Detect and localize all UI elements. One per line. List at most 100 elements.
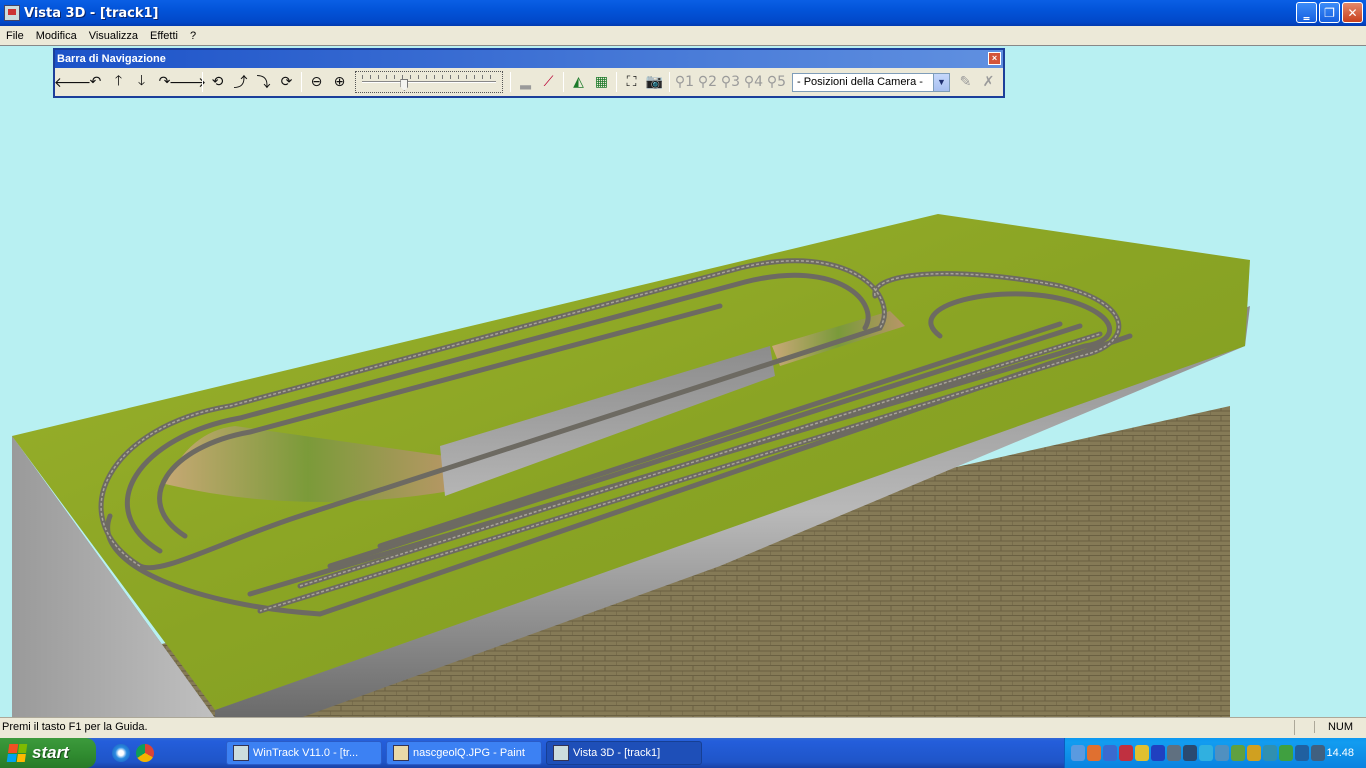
close-button[interactable]: ✕ bbox=[1342, 2, 1363, 23]
camera-3-icon: ⚲3 bbox=[720, 74, 741, 90]
window-titlebar[interactable]: Vista 3D - [track1] ‗ ❐ ✕ bbox=[0, 0, 1366, 26]
track-view-button[interactable]: ⟋ bbox=[537, 71, 560, 93]
orbit-reverse-button[interactable]: ⟳ bbox=[275, 71, 298, 93]
terrain-icon: ◭ bbox=[573, 74, 584, 90]
camera-1-icon: ⚲1 bbox=[674, 74, 695, 90]
zoom-out-button[interactable]: ⊖ bbox=[305, 71, 328, 93]
tray-shield-icon[interactable] bbox=[1134, 745, 1149, 761]
camera-positions-select[interactable]: - Posizioni della Camera - ▼ bbox=[792, 72, 950, 92]
camera-5-button[interactable]: ⚲5 bbox=[765, 71, 788, 93]
zoom-slider[interactable] bbox=[355, 71, 503, 93]
zoom-slider-ticks bbox=[362, 75, 496, 79]
taskbar-item-wintrack[interactable]: WinTrack V11.0 - [tr... bbox=[226, 741, 382, 765]
camera-button[interactable]: 📷 bbox=[643, 71, 666, 93]
terrain-button[interactable]: ◭ bbox=[567, 71, 590, 93]
toolbar-separator bbox=[616, 72, 617, 92]
zoom-slider-track bbox=[362, 81, 496, 83]
menu-effetti[interactable]: Effetti bbox=[144, 30, 184, 42]
window-controls: ‗ ❐ ✕ bbox=[1296, 2, 1363, 23]
3d-viewport[interactable] bbox=[0, 45, 1366, 717]
camera-1-button[interactable]: ⚲1 bbox=[673, 71, 696, 93]
toolbar-separator bbox=[301, 72, 302, 92]
tray-safe-remove-icon[interactable] bbox=[1230, 745, 1245, 761]
tray-wireless-icon[interactable] bbox=[1310, 745, 1325, 761]
move-up-button[interactable]: 🡑 bbox=[107, 71, 130, 93]
move-down-button[interactable]: 🡓 bbox=[130, 71, 153, 93]
chevron-down-icon[interactable]: ▼ bbox=[933, 73, 949, 91]
navigation-toolbar-close-button[interactable]: × bbox=[988, 52, 1001, 65]
tray-display-icon[interactable] bbox=[1166, 745, 1181, 761]
camera-4-button[interactable]: ⚲4 bbox=[742, 71, 765, 93]
restore-button[interactable]: ❐ bbox=[1319, 2, 1340, 23]
tray-volume-icon[interactable] bbox=[1294, 745, 1309, 761]
tray-update-icon[interactable] bbox=[1198, 745, 1213, 761]
menu-bar: File Modifica Visualizza Effetti ? bbox=[0, 26, 1366, 45]
tray-drive-icon[interactable] bbox=[1214, 745, 1229, 761]
tray-bluetooth-icon[interactable] bbox=[1150, 745, 1165, 761]
arrow-right-icon: 🡒 bbox=[168, 74, 207, 91]
menu-file[interactable]: File bbox=[0, 30, 30, 42]
ground-view-button[interactable]: ▂ bbox=[514, 71, 537, 93]
tilt-down-button[interactable]: ⤵ bbox=[252, 71, 275, 93]
internet-explorer-icon[interactable] bbox=[112, 744, 130, 762]
tray-app-icon[interactable] bbox=[1086, 745, 1101, 761]
tray-computer-icon[interactable] bbox=[1182, 745, 1197, 761]
save-camera-button[interactable]: ✎ bbox=[954, 71, 977, 93]
taskbar-item-vista3d[interactable]: Vista 3D - [track1] bbox=[546, 741, 702, 765]
fit-view-button[interactable]: ⛶ bbox=[620, 71, 643, 93]
navigation-tools: 🡐 ↶ 🡑 🡓 ↷ 🡒 ⟲ ⤴ ⤵ ⟳ ⊖ ⊕ ▂ ⟋ ◭ ▦ ⛶ 📷 ⚲1 ⚲… bbox=[54, 68, 1003, 96]
taskbar-item-label: WinTrack V11.0 - [tr... bbox=[253, 747, 359, 759]
navigation-toolbar-title[interactable]: Barra di Navigazione × bbox=[55, 50, 1003, 68]
tray-sync-icon[interactable] bbox=[1262, 745, 1277, 761]
rotate-left-button[interactable]: ↶ bbox=[84, 71, 107, 93]
tray-monitor-icon[interactable] bbox=[1102, 745, 1117, 761]
chrome-icon[interactable] bbox=[136, 744, 154, 762]
delete-camera-button[interactable]: ✗ bbox=[977, 71, 1000, 93]
camera-2-icon: ⚲2 bbox=[697, 74, 718, 90]
taskbar: start WinTrack V11.0 - [tr... nascgeolQ.… bbox=[0, 738, 1366, 768]
toolbar-separator bbox=[563, 72, 564, 92]
tray-network-icon[interactable] bbox=[1071, 745, 1085, 761]
toolbar-separator bbox=[510, 72, 511, 92]
taskbar-item-paint[interactable]: nascgeolQ.JPG - Paint bbox=[386, 741, 542, 765]
menu-visualizza[interactable]: Visualizza bbox=[83, 30, 144, 42]
navigation-toolbar[interactable]: Barra di Navigazione × 🡐 ↶ 🡑 🡓 ↷ 🡒 ⟲ ⤴ ⤵… bbox=[53, 48, 1005, 98]
orbit-icon: ⟲ bbox=[211, 74, 224, 90]
tilt-up-button[interactable]: ⤴ bbox=[229, 71, 252, 93]
tray-security-icon[interactable] bbox=[1118, 745, 1133, 761]
camera-3-button[interactable]: ⚲3 bbox=[719, 71, 742, 93]
arrow-up-icon: 🡑 bbox=[114, 73, 123, 89]
orbit-button[interactable]: ⟲ bbox=[206, 71, 229, 93]
taskbar-item-label: Vista 3D - [track1] bbox=[573, 747, 661, 759]
camera-positions-value: - Posizioni della Camera - bbox=[797, 76, 923, 88]
layout-3d-scene[interactable] bbox=[0, 46, 1366, 717]
tray-chat-icon[interactable] bbox=[1246, 745, 1261, 761]
paint-icon bbox=[393, 745, 409, 761]
camera-icon: 📷 bbox=[645, 74, 664, 90]
move-left-button[interactable]: 🡐 bbox=[54, 71, 92, 93]
camera-5-icon: ⚲5 bbox=[766, 74, 787, 90]
num-lock-indicator: NUM bbox=[1314, 721, 1366, 733]
move-right-button[interactable]: 🡒 bbox=[169, 71, 207, 93]
grid-icon: ▦ bbox=[594, 74, 609, 90]
zoom-in-icon: ⊕ bbox=[333, 74, 346, 90]
windows-logo-icon bbox=[6, 744, 28, 762]
start-button[interactable]: start bbox=[0, 738, 96, 768]
orbit-reverse-icon: ⟳ bbox=[280, 74, 293, 90]
zoom-in-button[interactable]: ⊕ bbox=[328, 71, 351, 93]
ground-view-icon: ▂ bbox=[520, 74, 531, 90]
window-title: Vista 3D - [track1] bbox=[24, 5, 159, 21]
minimize-button[interactable]: ‗ bbox=[1296, 2, 1317, 23]
zoom-slider-thumb[interactable] bbox=[400, 79, 409, 91]
camera-2-button[interactable]: ⚲2 bbox=[696, 71, 719, 93]
camera-4-icon: ⚲4 bbox=[743, 74, 764, 90]
grid-button[interactable]: ▦ bbox=[590, 71, 613, 93]
menu-modifica[interactable]: Modifica bbox=[30, 30, 83, 42]
zoom-out-icon: ⊖ bbox=[310, 74, 323, 90]
status-bar: Premi il tasto F1 per la Guida. NUM bbox=[0, 717, 1366, 736]
wintrack-icon bbox=[233, 745, 249, 761]
close-icon: × bbox=[991, 53, 998, 63]
app-icon[interactable] bbox=[4, 5, 20, 21]
tray-battery-icon[interactable] bbox=[1278, 745, 1293, 761]
menu-help[interactable]: ? bbox=[184, 30, 202, 42]
